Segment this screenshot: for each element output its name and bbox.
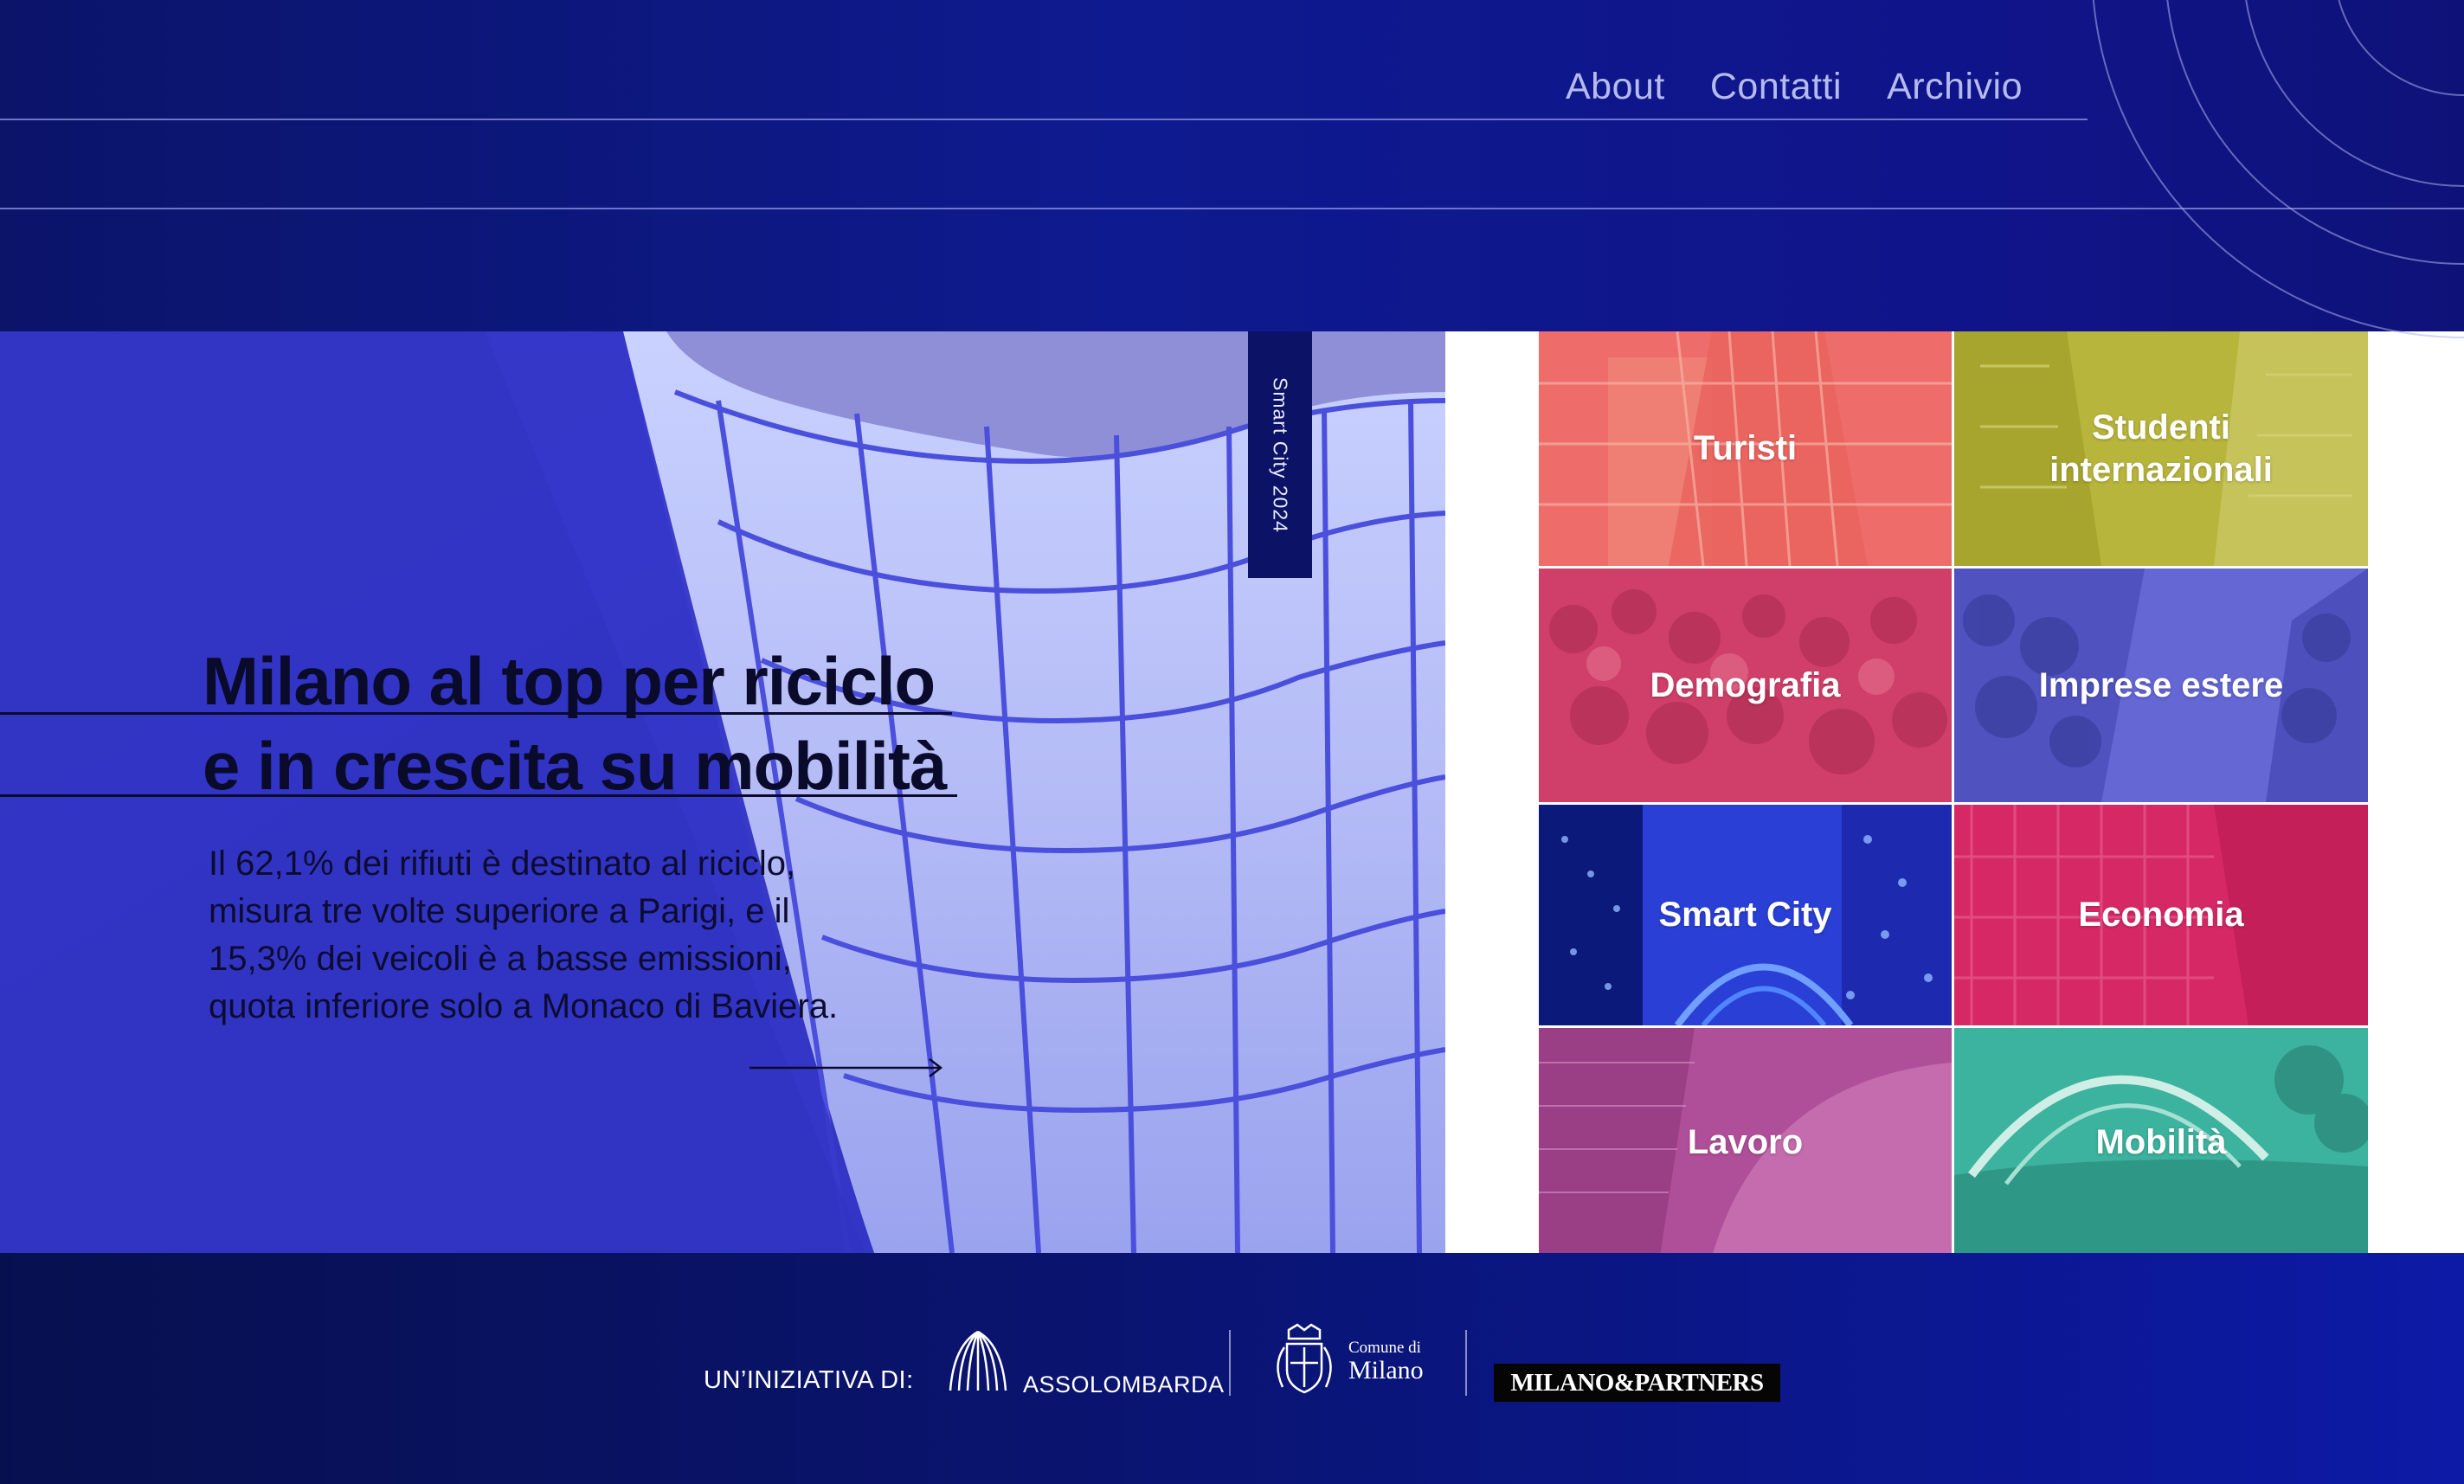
tile-imprese-estere[interactable]: Imprese estere xyxy=(1954,569,2368,802)
tile-label: Mobilità xyxy=(2095,1122,2227,1161)
milano-partners-logo[interactable]: MILANO&PARTNERS xyxy=(1494,1364,1780,1402)
tile-label: Studenti internazionali xyxy=(2049,408,2273,489)
smart-city-tag: Smart City 2024 xyxy=(1248,331,1312,578)
logo-separator xyxy=(1229,1330,1231,1396)
assolombarda-name: ASSOLOMBARDA xyxy=(1023,1372,1225,1397)
decorative-arcs xyxy=(2092,0,2464,338)
tile-demografia[interactable]: Demografia xyxy=(1539,569,1952,802)
assolombarda-emblem-icon xyxy=(949,1330,1007,1391)
intro-line-1: Il 62,1% dei rifiuti è destinato al rici… xyxy=(209,845,796,883)
tile-label: Demografia xyxy=(1650,665,1841,704)
milano-crest-icon xyxy=(1277,1323,1332,1394)
tile-studenti-internazionali[interactable]: Studenti internazionali xyxy=(1954,331,2368,566)
tile-turisti[interactable]: Turisti xyxy=(1539,331,1952,566)
tile-smart-city[interactable]: Smart City xyxy=(1539,805,1952,1025)
tile-label: Turisti xyxy=(1693,429,1798,467)
nav-archivio[interactable]: Archivio xyxy=(1887,66,2023,108)
hero-intro: Il 62,1% dei rifiuti è destinato al rici… xyxy=(209,840,901,1031)
tile-lavoro[interactable]: Lavoro xyxy=(1539,1028,1952,1256)
headline-line-2: e in crescita su mobilità xyxy=(203,728,947,804)
nav-about[interactable]: About xyxy=(1566,66,1665,108)
top-nav: About Contatti Archivio xyxy=(1566,66,2023,108)
tile-label: Lavoro xyxy=(1687,1122,1804,1161)
comune-line-2: Milano xyxy=(1348,1356,1424,1384)
nav-contatti[interactable]: Contatti xyxy=(1710,66,1842,108)
arrow-right-icon[interactable] xyxy=(749,1055,945,1081)
category-grid: Turisti Studenti internazionali Demograf… xyxy=(1539,331,2368,1256)
hero-headline[interactable]: Milano al top per riciclo e in crescita … xyxy=(203,639,947,808)
intro-line-3: 15,3% dei veicoli è a basse emissioni, xyxy=(209,940,792,978)
footer-initiative-label: UN’INIZIATIVA DI: xyxy=(704,1366,914,1394)
tile-mobilita[interactable]: Mobilità xyxy=(1954,1028,2368,1256)
tile-label: Economia xyxy=(2078,896,2244,934)
tag-text: Smart City 2024 xyxy=(1269,376,1292,533)
tile-label: Smart City xyxy=(1658,896,1832,934)
intro-line-2: misura tre volte superiore a Parigi, e i… xyxy=(209,892,790,930)
tile-economia[interactable]: Economia xyxy=(1954,805,2368,1025)
header-divider-top xyxy=(0,119,2088,120)
logo-separator xyxy=(1465,1330,1467,1396)
assolombarda-logo[interactable]: ASSOLOMBARDA xyxy=(943,1328,1224,1398)
footer-background xyxy=(0,1253,2464,1484)
intro-line-4: quota inferiore solo a Monaco di Baviera… xyxy=(209,987,839,1025)
headline-line-1: Milano al top per riciclo xyxy=(203,643,936,719)
comune-di-milano-logo[interactable]: Comune di Milano xyxy=(1267,1321,1424,1404)
tile-label: Imprese estere xyxy=(2038,665,2284,704)
comune-line-1: Comune di xyxy=(1348,1339,1421,1357)
